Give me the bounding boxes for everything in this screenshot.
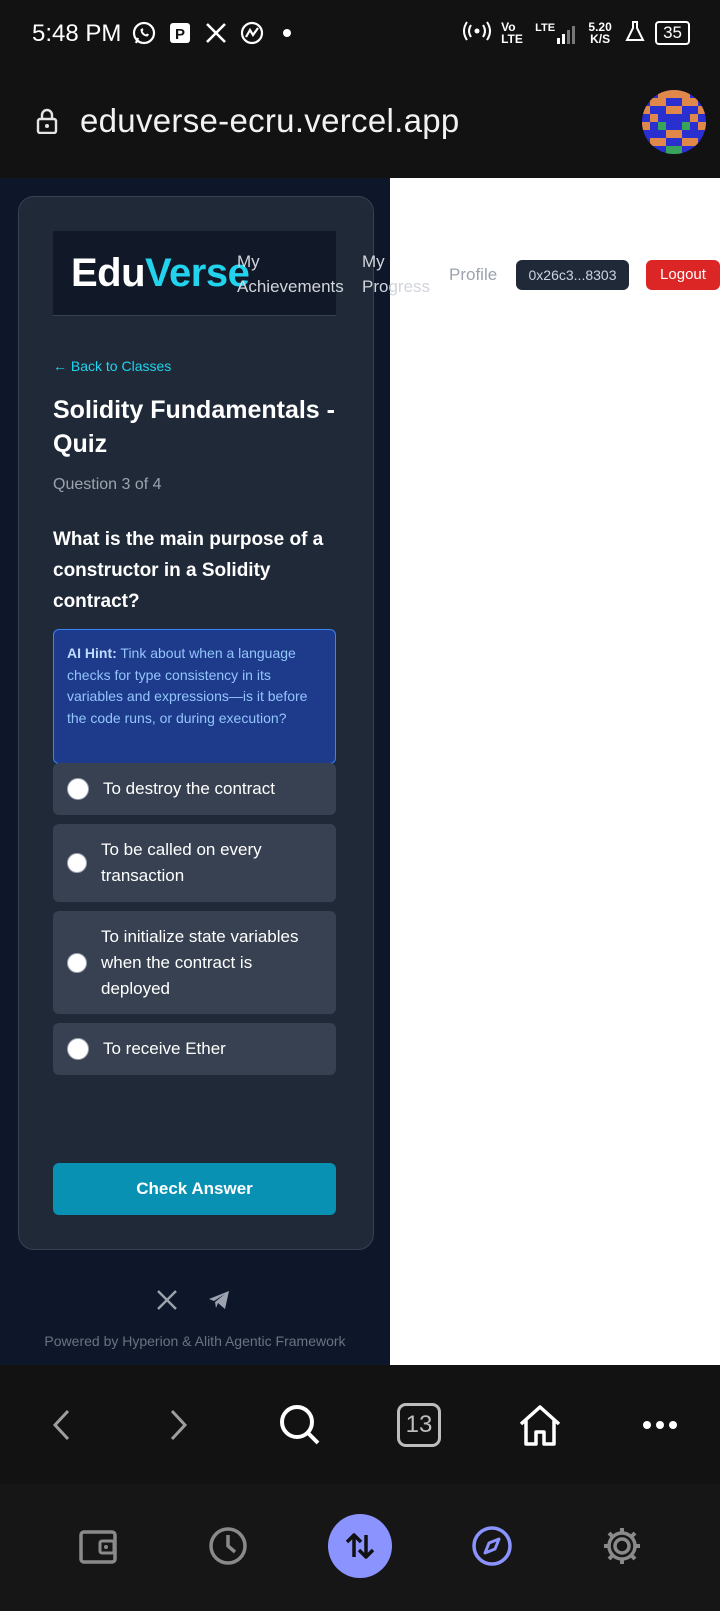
page-title: Solidity Fundamentals - Quiz: [53, 396, 335, 458]
answer-option-label: To receive Ether: [103, 1039, 226, 1058]
app-icon: [239, 20, 265, 46]
answer-option[interactable]: To initialize state variables when the c…: [53, 911, 336, 1014]
logout-button[interactable]: Logout: [646, 260, 720, 290]
network-speed: 5.20 K/S: [588, 19, 612, 46]
lock-icon[interactable]: [36, 108, 58, 135]
tab-count: 13: [397, 1403, 441, 1447]
flask-icon: [625, 20, 645, 45]
radio-button[interactable]: [67, 1038, 89, 1060]
radio-button[interactable]: [67, 778, 89, 800]
app-dock: [0, 1484, 720, 1611]
nav-my-progress[interactable]: My Progress: [362, 249, 430, 299]
settings-gear-icon[interactable]: [590, 1514, 654, 1578]
answer-option[interactable]: To be called on every transaction: [53, 824, 336, 902]
wallet-address-badge[interactable]: 0x26c3...8303: [516, 260, 629, 290]
volte-label: Vo LTE: [501, 19, 523, 46]
browser-address-bar: eduverse-ecru.vercel.app: [0, 72, 720, 178]
tabs-button[interactable]: 13: [393, 1399, 445, 1451]
question-text: What is the main purpose of a constructo…: [53, 529, 324, 612]
question-counter: Question 3 of 4: [53, 476, 162, 493]
notification-icons: P: [131, 20, 291, 46]
compass-icon[interactable]: [460, 1514, 524, 1578]
swap-icon[interactable]: [328, 1514, 392, 1578]
svg-text:P: P: [175, 26, 185, 43]
check-answer-button[interactable]: Check Answer: [53, 1163, 336, 1215]
radio-button[interactable]: [67, 853, 87, 873]
answer-option-label: To destroy the contract: [103, 779, 275, 798]
radio-button[interactable]: [67, 952, 87, 973]
nav-profile[interactable]: Profile: [449, 262, 497, 287]
browser-toolbar: 13: [0, 1365, 720, 1485]
hotspot-icon: [463, 20, 492, 45]
avatar[interactable]: [642, 90, 706, 154]
status-time: 5:48 PM: [32, 20, 122, 47]
back-arrow-icon[interactable]: [36, 1399, 88, 1451]
answer-option[interactable]: To receive Ether: [53, 1023, 336, 1075]
system-indicators: Vo LTE LTE 5.20 K/S 35: [463, 20, 690, 45]
answer-option[interactable]: To destroy the contract: [53, 763, 336, 815]
signal-label: LTE: [535, 21, 556, 34]
nav-progress-line2: Progress: [362, 277, 431, 296]
wallet-icon[interactable]: [66, 1514, 130, 1578]
forward-arrow-icon[interactable]: [152, 1399, 204, 1451]
ai-hint-label: AI Hint:: [67, 645, 117, 661]
home-icon[interactable]: [514, 1399, 566, 1451]
ai-hint-box: AI Hint: Tink about when a language chec…: [53, 629, 336, 764]
web-viewport: EduVerse My Achievements My Progress Pro…: [0, 178, 720, 1365]
x-icon: [203, 20, 229, 46]
back-to-classes-link[interactable]: ← Back to Classes: [53, 358, 171, 374]
answer-option-label: To be called on every transaction: [101, 840, 262, 885]
answer-option-label: To initialize state variables when the c…: [101, 926, 299, 998]
social-links: [155, 1288, 231, 1317]
x-icon[interactable]: [155, 1288, 179, 1317]
signal-icon: LTE: [535, 21, 576, 44]
logo-text-edu: Edu: [71, 251, 146, 295]
nav-achievements-line1: My: [237, 252, 260, 271]
whatsapp-icon: [131, 20, 157, 46]
publisher-icon: P: [167, 20, 193, 46]
logo-text-verse: Verse: [145, 251, 250, 295]
more-notifications-dot: [283, 29, 291, 37]
more-options-icon[interactable]: [634, 1399, 686, 1451]
eduverse-logo[interactable]: EduVerse: [71, 251, 250, 296]
battery-indicator: 35: [655, 20, 690, 45]
status-bar: 5:48 PM P Vo LTE LTE 5.20 K/S 35: [0, 0, 720, 72]
nav-progress-line1: My: [362, 252, 385, 271]
nav-achievements-line2: Achievements: [237, 277, 344, 296]
url-text[interactable]: eduverse-ecru.vercel.app: [80, 102, 460, 140]
nav-my-achievements[interactable]: My Achievements: [237, 249, 344, 299]
telegram-icon[interactable]: [207, 1288, 231, 1317]
search-icon[interactable]: [274, 1399, 326, 1451]
powered-by-text: Powered by Hyperion & Alith Agentic Fram…: [44, 1333, 346, 1349]
history-icon[interactable]: [196, 1514, 260, 1578]
